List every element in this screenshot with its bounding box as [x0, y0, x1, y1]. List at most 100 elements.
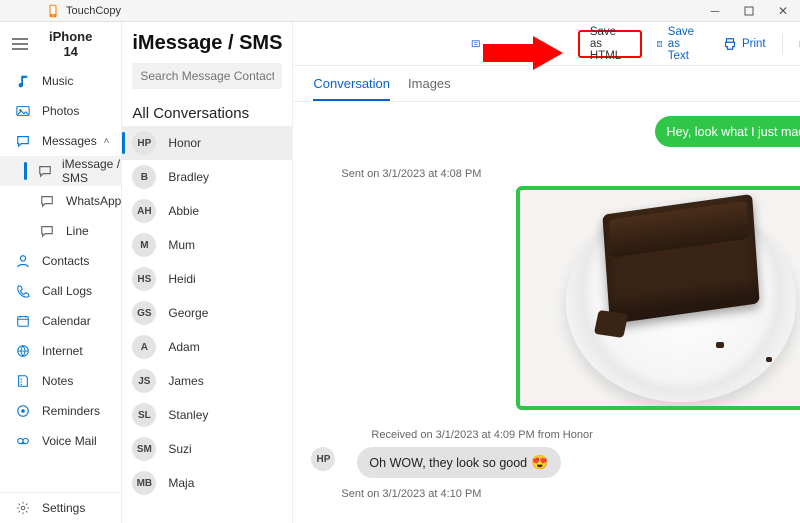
avatar: HS	[132, 267, 156, 291]
window-minimize-button[interactable]: ─	[698, 0, 732, 22]
sidebar-item-photos[interactable]: Photos	[0, 96, 121, 126]
page-title: iMessage / SMS	[122, 30, 292, 63]
avatar: AH	[132, 199, 156, 223]
contact-item[interactable]: B Bradley	[122, 160, 292, 194]
save-as-text-button[interactable]: Save as Text	[648, 30, 709, 58]
contact-item[interactable]: AH Abbie	[122, 194, 292, 228]
sidebar-item-label: Settings	[42, 501, 85, 515]
contact-item[interactable]: MMum	[122, 228, 292, 262]
photos-icon	[14, 102, 32, 120]
message-timestamp: Sent on 3/1/2023 at 4:10 PM	[341, 488, 800, 500]
sidebar-item-label: Photos	[42, 104, 79, 118]
person-icon	[14, 252, 32, 270]
chat-icon	[38, 192, 56, 210]
contact-name: Bradley	[168, 170, 209, 184]
search-input[interactable]	[132, 63, 282, 89]
reminders-icon	[14, 402, 32, 420]
contact-item[interactable]: JSJames	[122, 364, 292, 398]
avatar: B	[132, 165, 156, 189]
device-name: iPhone 14	[40, 29, 121, 59]
sidebar: iPhone 14 Music Photos Messages ˄ iMessa…	[0, 22, 122, 523]
message-image-attachment[interactable]	[516, 186, 800, 410]
contact-name: Abbie	[168, 204, 199, 218]
menu-toggle-button[interactable]	[0, 22, 40, 66]
print-icon	[723, 37, 737, 51]
sidebar-item-reminders[interactable]: Reminders	[0, 396, 121, 426]
message-timestamp: Received on 3/1/2023 at 4:09 PM from Hon…	[371, 429, 800, 441]
sidebar-item-call-logs[interactable]: Call Logs	[0, 276, 121, 306]
sidebar-item-label: Line	[66, 224, 89, 238]
button-label: Save as Text	[668, 26, 701, 62]
contact-name: Mum	[168, 238, 195, 252]
sidebar-item-label: Call Logs	[42, 284, 92, 298]
print-button[interactable]: Print	[715, 30, 774, 58]
contact-name: Stanley	[168, 408, 208, 422]
tab-conversation[interactable]: Conversation	[313, 76, 390, 101]
contact-name: James	[168, 374, 203, 388]
sidebar-item-voicemail[interactable]: Voice Mail	[0, 426, 121, 456]
contact-name: Suzi	[168, 442, 191, 456]
window-close-button[interactable]: ✕	[766, 0, 800, 22]
sidebar-item-imessage[interactable]: iMessage / SMS	[0, 156, 121, 186]
sidebar-item-line[interactable]: Line	[0, 216, 121, 246]
contacts-panel: iMessage / SMS All Conversations HPHonor…	[122, 22, 293, 523]
contact-name: Heidi	[168, 272, 195, 286]
sidebar-item-whatsapp[interactable]: WhatsApp	[0, 186, 121, 216]
sidebar-item-label: Music	[42, 74, 73, 88]
sidebar-item-label: WhatsApp	[66, 194, 121, 208]
export-icon	[471, 35, 480, 53]
file-text-icon	[656, 37, 663, 51]
save-as-html-button[interactable]: Save as HTML	[578, 30, 642, 58]
filter-dates-button[interactable]: Filter Dates	[791, 30, 800, 58]
message-bubble-sent: Hey, look what I just made 🧁	[655, 116, 800, 147]
sidebar-item-calendar[interactable]: Calendar	[0, 306, 121, 336]
button-label: Print	[742, 38, 766, 50]
contact-item[interactable]: GSGeorge	[122, 296, 292, 330]
gear-icon	[14, 499, 32, 517]
avatar: MB	[132, 471, 156, 495]
message-status: Sent	[311, 410, 800, 421]
contact-item[interactable]: SLStanley	[122, 398, 292, 432]
avatar: SM	[132, 437, 156, 461]
sidebar-item-label: Voice Mail	[42, 434, 97, 448]
conversation-panel: Save as HTML Save as Text Print Filter D…	[293, 22, 800, 523]
sidebar-item-label: Internet	[42, 344, 83, 358]
sidebar-item-label: Messages	[42, 134, 97, 148]
button-label: Save as HTML	[590, 26, 630, 62]
message-bubble-received: Oh WOW, they look so good 😍	[357, 447, 560, 478]
sidebar-item-settings[interactable]: Settings	[0, 493, 121, 523]
message-status: Sent	[311, 149, 800, 160]
sidebar-item-messages[interactable]: Messages ˄	[0, 126, 121, 156]
sidebar-item-label: Contacts	[42, 254, 89, 268]
voicemail-icon	[14, 432, 32, 450]
window-maximize-button[interactable]	[732, 0, 766, 22]
contact-item[interactable]: SM Suzi	[122, 432, 292, 466]
globe-icon	[14, 342, 32, 360]
music-icon	[14, 72, 32, 90]
tab-images[interactable]: Images	[408, 76, 451, 101]
contact-name: Adam	[168, 340, 199, 354]
sidebar-item-music[interactable]: Music	[0, 66, 121, 96]
sidebar-item-label: iMessage / SMS	[62, 157, 121, 185]
calendar-icon	[14, 312, 32, 330]
contact-item[interactable]: HPHonor	[122, 126, 292, 160]
sidebar-item-contacts[interactable]: Contacts	[0, 246, 121, 276]
heart-eyes-emoji: 😍	[531, 454, 548, 471]
conversations-heading: All Conversations	[122, 99, 292, 126]
message-text: Hey, look what I just made	[667, 125, 800, 139]
sidebar-item-notes[interactable]: Notes	[0, 366, 121, 396]
sidebar-item-label: Calendar	[42, 314, 91, 328]
contact-item[interactable]: AAdam	[122, 330, 292, 364]
app-icon	[46, 4, 60, 18]
avatar: HP	[311, 447, 335, 471]
message-timestamp: Sent on 3/1/2023 at 4:08 PM	[341, 168, 800, 180]
sidebar-item-internet[interactable]: Internet	[0, 336, 121, 366]
avatar: GS	[132, 301, 156, 325]
sidebar-item-label: Reminders	[42, 404, 100, 418]
chat-icon	[38, 162, 52, 180]
phone-icon	[14, 282, 32, 300]
contact-item[interactable]: MBMaja	[122, 466, 292, 500]
app-title: TouchCopy	[66, 5, 121, 17]
contact-item[interactable]: HS Heidi	[122, 262, 292, 296]
chevron-up-icon: ˄	[104, 136, 110, 147]
